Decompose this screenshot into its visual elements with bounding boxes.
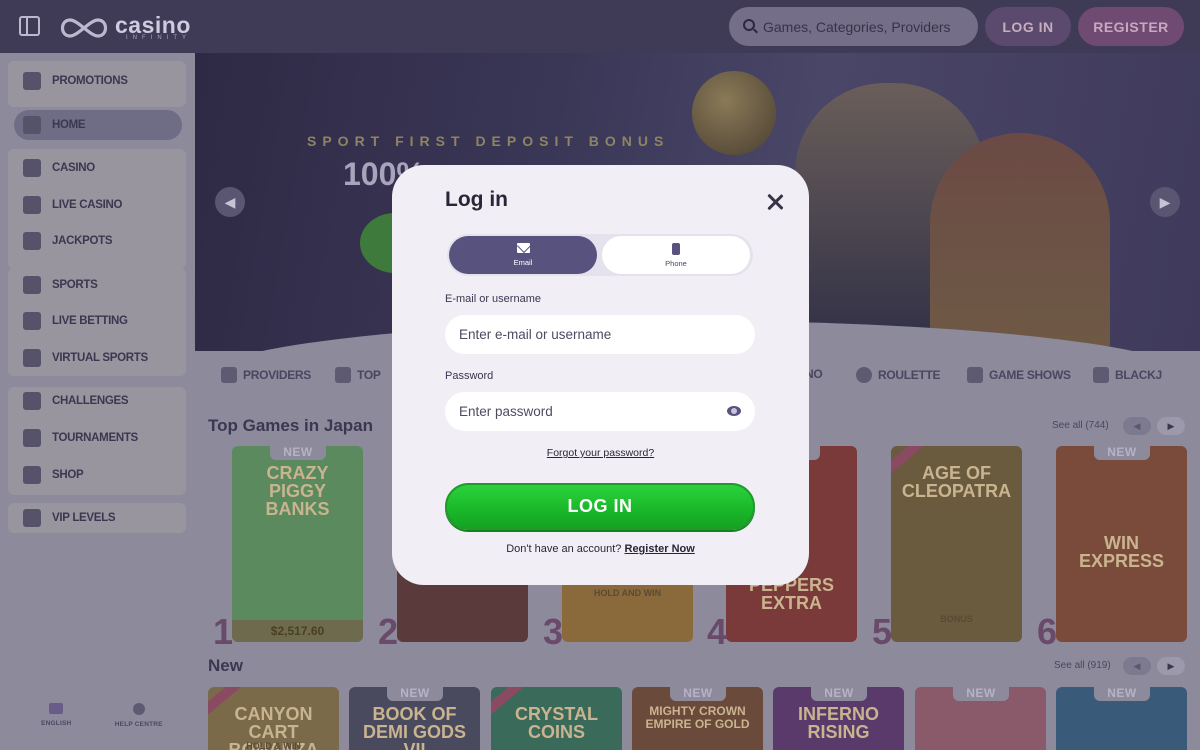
close-icon[interactable]: [764, 191, 786, 213]
email-field[interactable]: [445, 315, 755, 354]
no-account-text: Don't have an account?: [506, 543, 622, 555]
phone-icon: [672, 242, 680, 255]
modal-title: Log in: [445, 188, 508, 211]
register-prompt: Don't have an account? Register Now: [392, 543, 809, 555]
tab-email-label: Email: [513, 258, 533, 267]
tab-phone[interactable]: Phone: [602, 236, 750, 274]
register-now-link[interactable]: Register Now: [625, 543, 695, 555]
forgot-password-link[interactable]: Forgot your password?: [392, 447, 809, 459]
eye-icon[interactable]: [727, 406, 741, 416]
tab-email[interactable]: Email: [449, 236, 597, 274]
login-modal: Log in Email Phone E-mail or username Pa…: [392, 165, 809, 585]
email-field-label: E-mail or username: [445, 293, 541, 305]
envelope-icon: [516, 243, 530, 253]
login-submit-button[interactable]: LOG IN: [445, 483, 755, 530]
modal-backdrop[interactable]: Log in Email Phone E-mail or username Pa…: [0, 0, 1200, 750]
login-method-tabs: Email Phone: [447, 234, 753, 276]
password-field-label: Password: [445, 370, 494, 382]
tab-phone-label: Phone: [665, 258, 687, 268]
password-field[interactable]: [445, 392, 755, 431]
